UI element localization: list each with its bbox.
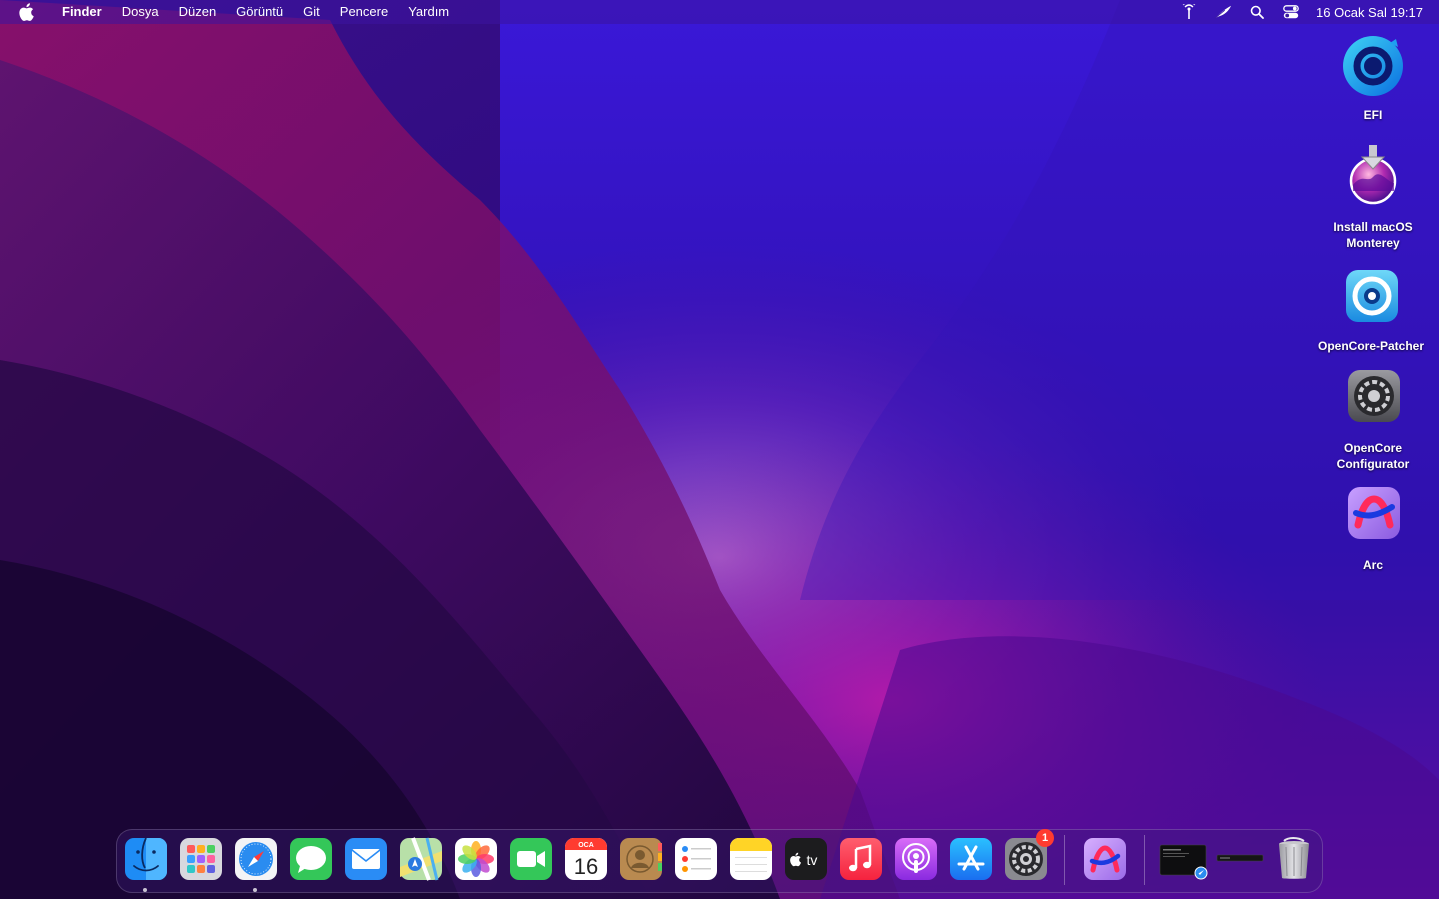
- dock-calendar[interactable]: OCA 16: [564, 837, 608, 881]
- photos-icon: [455, 838, 497, 880]
- notes-icon: [730, 838, 772, 880]
- opencore-configurator-icon: [1338, 364, 1408, 434]
- desktop-icon-efi[interactable]: EFI: [1308, 31, 1438, 123]
- running-indicator: [253, 888, 257, 892]
- control-center-icon[interactable]: [1282, 3, 1300, 21]
- podcasts-icon: [895, 838, 937, 880]
- notification-badge: 1: [1036, 829, 1054, 847]
- facetime-icon: [510, 838, 552, 880]
- dock-separator: [1144, 835, 1145, 885]
- apple-tv-icon: tv: [785, 838, 827, 880]
- launchpad-icon: [180, 838, 222, 880]
- dock-safari[interactable]: [234, 837, 278, 881]
- menu-duzen[interactable]: Düzen: [169, 0, 227, 24]
- dock-minimized-window[interactable]: [1159, 837, 1209, 881]
- dock-finder[interactable]: [124, 837, 168, 881]
- menubar-clock[interactable]: 16 Ocak Sal 19:17: [1316, 5, 1423, 20]
- desktop-icon-arc[interactable]: Arc: [1308, 481, 1438, 573]
- dock-contacts[interactable]: [619, 837, 663, 881]
- reminders-icon: [675, 838, 717, 880]
- feather-icon[interactable]: [1214, 3, 1232, 21]
- dock-facetime[interactable]: [509, 837, 553, 881]
- dock: OCA 16 tv 1: [116, 829, 1323, 893]
- install-monterey-icon: [1338, 143, 1408, 213]
- calendar-day: 16: [574, 854, 598, 879]
- menu-dosya[interactable]: Dosya: [112, 0, 169, 24]
- dock-reminders[interactable]: [674, 837, 718, 881]
- app-store-icon: [950, 838, 992, 880]
- dock-separator: [1064, 835, 1065, 885]
- apple-menu-icon[interactable]: [18, 3, 38, 21]
- window-thumbnail-icon: [1216, 854, 1264, 862]
- dock-music[interactable]: [839, 837, 883, 881]
- finder-icon: [125, 837, 167, 880]
- desktop-wallpaper: [0, 0, 1439, 899]
- menu-pencere[interactable]: Pencere: [330, 0, 398, 24]
- calendar-icon: OCA 16: [565, 838, 607, 880]
- calendar-month: OCA: [578, 842, 594, 849]
- arc-icon: [1338, 481, 1408, 551]
- music-icon: [840, 838, 882, 880]
- apple-tv-label: tv: [807, 852, 818, 868]
- menu-goruntu[interactable]: Görüntü: [226, 0, 293, 24]
- desktop-icon-install-macos[interactable]: Install macOS Monterey: [1308, 143, 1438, 251]
- dock-trash[interactable]: [1272, 837, 1316, 881]
- dock-notes[interactable]: [729, 837, 773, 881]
- menu-finder[interactable]: Finder: [52, 0, 112, 24]
- menu-yardim[interactable]: Yardım: [398, 0, 459, 24]
- menu-bar: Finder Dosya Düzen Görüntü Git Pencere Y…: [0, 0, 1439, 24]
- antenna-icon[interactable]: [1180, 3, 1198, 21]
- dock-mail[interactable]: [344, 837, 388, 881]
- desktop-icon-opencore-configurator[interactable]: OpenCore Configurator: [1308, 364, 1438, 472]
- dock-minimized-window-2[interactable]: [1215, 837, 1265, 881]
- dock-apple-tv[interactable]: tv: [784, 837, 828, 881]
- safari-icon: [235, 838, 277, 880]
- dock-messages[interactable]: [289, 837, 333, 881]
- search-icon[interactable]: [1248, 3, 1266, 21]
- mail-icon: [345, 838, 387, 880]
- desktop-icon-opencore-patcher[interactable]: OpenCore-Patcher: [1306, 262, 1436, 354]
- contacts-icon: [620, 838, 662, 880]
- menu-git[interactable]: Git: [293, 0, 330, 24]
- maps-icon: [400, 837, 442, 881]
- dock-podcasts[interactable]: [894, 837, 938, 881]
- opencore-patcher-icon: [1336, 262, 1406, 332]
- arc-icon: [1084, 838, 1126, 880]
- dock-maps[interactable]: [399, 837, 443, 881]
- dock-system-preferences[interactable]: 1: [1004, 829, 1054, 881]
- dock-photos[interactable]: [454, 837, 498, 881]
- window-thumbnail-icon: [1159, 844, 1208, 880]
- efi-disk-icon: [1338, 31, 1408, 101]
- dock-app-store[interactable]: [949, 837, 993, 881]
- dock-arc[interactable]: [1083, 837, 1127, 881]
- dock-launchpad[interactable]: [179, 837, 223, 881]
- running-indicator: [143, 888, 147, 892]
- trash-icon: [1279, 837, 1309, 879]
- messages-icon: [290, 838, 332, 880]
